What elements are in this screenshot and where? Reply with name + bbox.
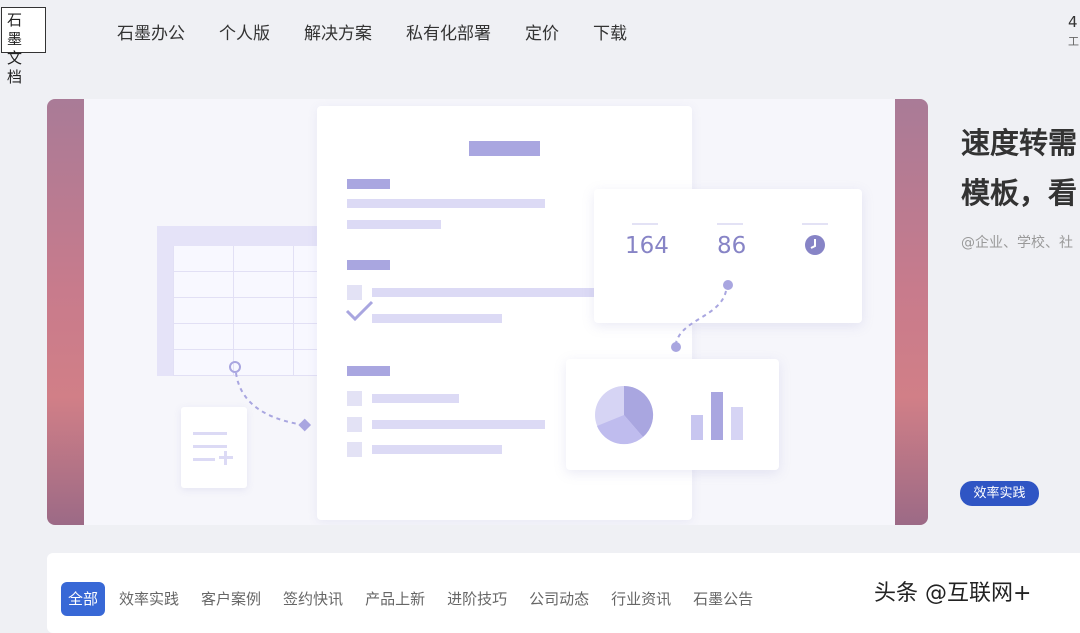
article-headline-line-2[interactable]: 模板，看 — [961, 170, 1080, 212]
chart-card-illustration — [566, 359, 779, 470]
category-badge[interactable]: 效率实践 — [960, 481, 1039, 506]
tab-product-updates[interactable]: 产品上新 — [365, 582, 425, 616]
pie-chart-icon — [595, 385, 654, 445]
clock-icon — [805, 235, 825, 255]
tab-advanced-tips[interactable]: 进阶技巧 — [447, 582, 507, 616]
toutiao-watermark: 头条 @互联网+ — [874, 581, 1032, 606]
shimo-logo[interactable]: 石 墨 文 档 — [1, 7, 46, 86]
stat-value-1: 164 — [625, 233, 669, 259]
checkmark-icon — [345, 300, 374, 322]
stat-value-2: 86 — [717, 233, 747, 259]
plus-icon — [219, 451, 233, 465]
header-right-cutoff[interactable]: 4 工 — [1068, 12, 1080, 52]
nav-item-pricing[interactable]: 定价 — [525, 19, 559, 44]
article-headline-line-1[interactable]: 速度转需 — [961, 120, 1080, 162]
hero-banner[interactable]: 164 86 — [47, 99, 928, 525]
tab-company-news[interactable]: 公司动态 — [529, 582, 589, 616]
logo-line-2: 文 档 — [7, 49, 25, 86]
banner-illustration: 164 86 — [84, 99, 895, 525]
main-nav: 石墨办公 个人版 解决方案 私有化部署 定价 下载 — [117, 19, 661, 44]
dotted-connector-right — [671, 280, 733, 352]
tab-all[interactable]: 全部 — [61, 582, 106, 616]
bar-chart-icon — [691, 392, 743, 440]
nav-item-download[interactable]: 下载 — [593, 19, 627, 44]
tab-customer-cases[interactable]: 客户案例 — [201, 582, 261, 616]
tab-shimo-announcements[interactable]: 石墨公告 — [693, 582, 753, 616]
article-subtext: @企业、学校、社 — [961, 235, 1073, 251]
tab-industry-news[interactable]: 行业资讯 — [611, 582, 671, 616]
header-right-text: 4 — [1068, 13, 1078, 31]
category-tabs: 全部 效率实践 客户案例 签约快讯 产品上新 进阶技巧 公司动态 行业资讯 石墨… — [61, 582, 775, 616]
logo-line-1: 石 墨 — [7, 11, 25, 48]
nav-item-solutions[interactable]: 解决方案 — [304, 19, 372, 44]
tab-signing-news[interactable]: 签约快讯 — [283, 582, 343, 616]
tab-efficiency-practice[interactable]: 效率实践 — [119, 582, 179, 616]
nav-item-office[interactable]: 石墨办公 — [117, 19, 185, 44]
top-header: 石 墨 文 档 石墨办公 个人版 解决方案 私有化部署 定价 下载 4 工 — [0, 0, 1080, 86]
nav-item-personal[interactable]: 个人版 — [219, 19, 270, 44]
header-right-subtext: 工 — [1068, 35, 1079, 48]
nav-item-private-deploy[interactable]: 私有化部署 — [406, 19, 491, 44]
new-document-illustration — [181, 407, 247, 488]
